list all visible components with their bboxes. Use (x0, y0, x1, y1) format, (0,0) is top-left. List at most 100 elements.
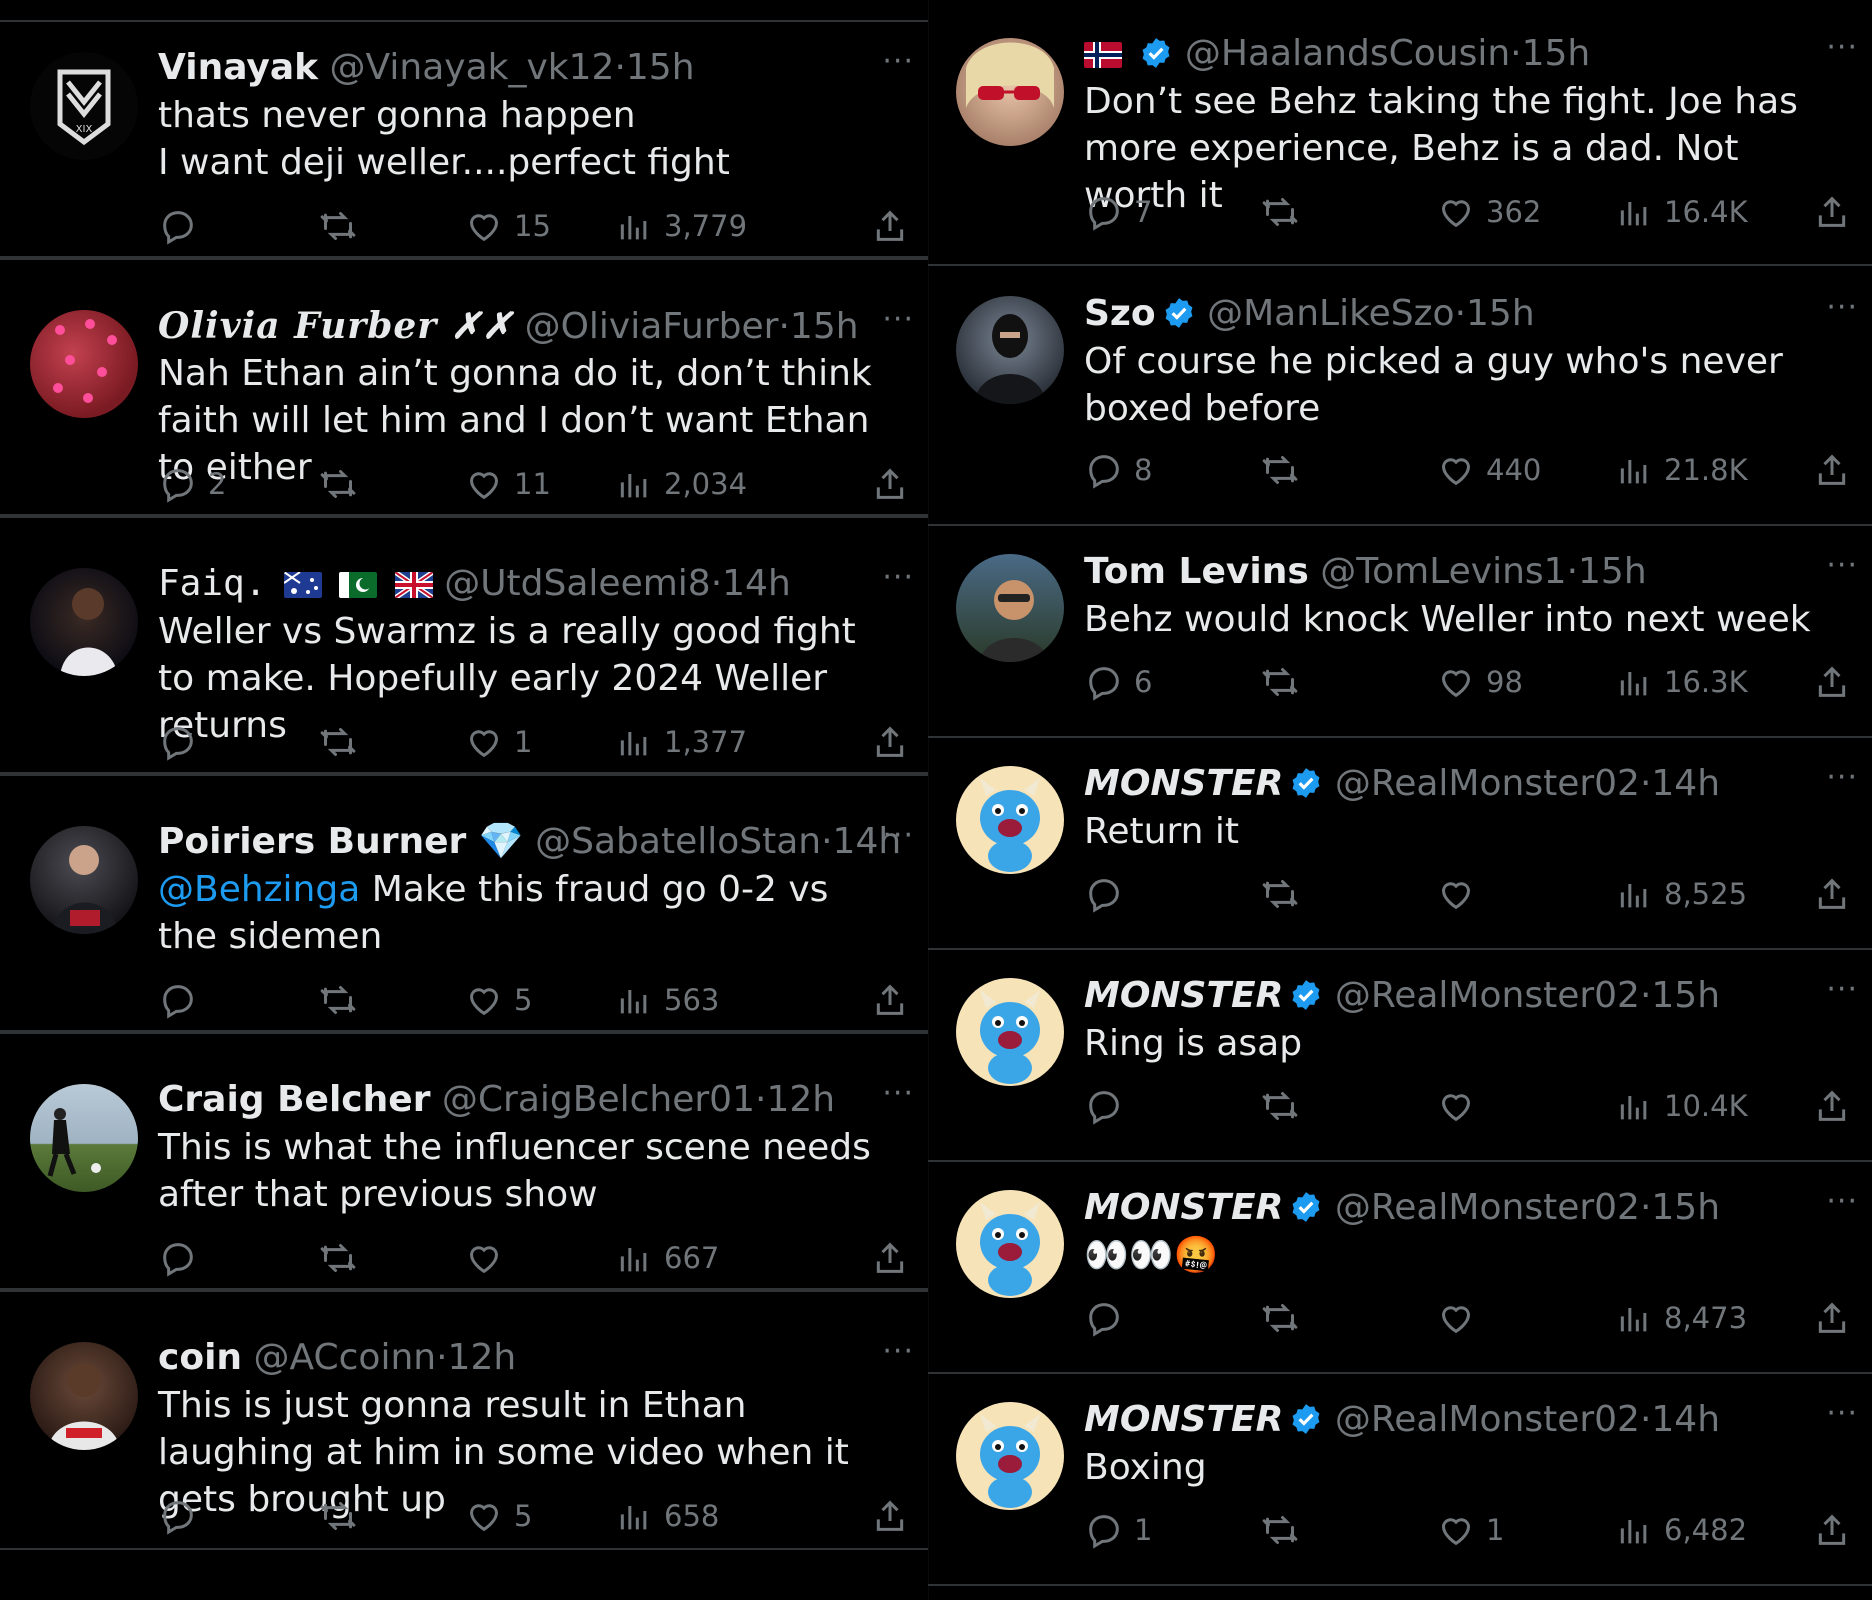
tweet-haalands-cousin[interactable]: @HaalandsCousin·15h ··· Don’t see Behz t… (928, 0, 1872, 266)
retweet-button[interactable] (318, 1236, 368, 1280)
share-button[interactable] (870, 462, 920, 506)
tweet-craig-belcher[interactable]: Craig Belcher @CraigBelcher01·12h ··· Th… (0, 1030, 928, 1292)
more-options-icon[interactable]: ··· (1826, 972, 1858, 1007)
timestamp[interactable]: 12h (448, 1337, 517, 1378)
more-options-icon[interactable]: ··· (882, 818, 914, 853)
tweet-coin[interactable]: coin @ACcoinn·12h ··· This is just gonna… (0, 1288, 928, 1550)
views-button[interactable]: 16.4K (1614, 190, 1748, 234)
more-options-icon[interactable]: ··· (1826, 290, 1858, 325)
more-options-icon[interactable]: ··· (1826, 548, 1858, 583)
retweet-button[interactable] (318, 978, 368, 1022)
more-options-icon[interactable]: ··· (882, 302, 914, 337)
reply-button[interactable] (158, 978, 208, 1022)
tweet-monster-2[interactable]: MONSTER @RealMonster02·15h ··· Ring is a… (928, 948, 1872, 1162)
reply-button[interactable]: 1 (1084, 1508, 1152, 1552)
timestamp[interactable]: 14h (1651, 1399, 1720, 1440)
views-button[interactable]: 8,525 (1614, 872, 1747, 916)
avatar[interactable]: XIX (30, 52, 138, 160)
retweet-button[interactable] (1260, 190, 1310, 234)
user-handle[interactable]: @OliviaFurber (525, 306, 779, 347)
views-button[interactable]: 2,034 (614, 462, 747, 506)
reply-button[interactable] (1084, 872, 1134, 916)
views-button[interactable]: 667 (614, 1236, 719, 1280)
reply-button[interactable] (1084, 1296, 1134, 1340)
more-options-icon[interactable]: ··· (882, 560, 914, 595)
timestamp[interactable]: 15h (1578, 551, 1647, 592)
tweet-tom-levins[interactable]: Tom Levins @TomLevins1·15h ··· Behz woul… (928, 524, 1872, 738)
display-name[interactable]: Olivia Furber ✗✗ (158, 305, 513, 347)
retweet-button[interactable] (1260, 448, 1310, 492)
display-name[interactable]: MONSTER (1084, 763, 1283, 804)
reply-button[interactable] (158, 1236, 208, 1280)
share-button[interactable] (1812, 190, 1862, 234)
retweet-button[interactable] (1260, 872, 1310, 916)
user-handle[interactable]: @Vinayak_vk12 (330, 47, 615, 88)
tweet-monster-3[interactable]: MONSTER @RealMonster02·15h ··· 👀👀🤬 8,473 (928, 1160, 1872, 1374)
timestamp[interactable]: 15h (790, 306, 859, 347)
timestamp[interactable]: 15h (1651, 975, 1720, 1016)
share-button[interactable] (1812, 660, 1862, 704)
share-button[interactable] (1812, 448, 1862, 492)
more-options-icon[interactable]: ··· (1826, 760, 1858, 795)
share-button[interactable] (870, 720, 920, 764)
avatar[interactable] (956, 766, 1064, 874)
like-button[interactable] (464, 1236, 514, 1280)
more-options-icon[interactable]: ··· (1826, 1396, 1858, 1431)
tweet-olivia[interactable]: Olivia Furber ✗✗ @OliviaFurber·15h ··· N… (0, 256, 928, 518)
display-name[interactable]: Faiq. (158, 563, 266, 604)
views-button[interactable]: 6,482 (1614, 1508, 1747, 1552)
like-button[interactable]: 1 (464, 720, 532, 764)
user-handle[interactable]: @RealMonster02 (1335, 763, 1640, 804)
views-button[interactable]: 21.8K (1614, 448, 1748, 492)
avatar[interactable] (956, 978, 1064, 1086)
user-handle[interactable]: @TomLevins1 (1320, 551, 1566, 592)
avatar[interactable] (30, 568, 138, 676)
avatar[interactable] (30, 310, 138, 418)
tweet-monster-1[interactable]: MONSTER @RealMonster02·14h ··· Return it… (928, 736, 1872, 950)
like-button[interactable]: 362 (1436, 190, 1541, 234)
user-handle[interactable]: @RealMonster02 (1335, 975, 1640, 1016)
like-button[interactable]: 1 (1436, 1508, 1504, 1552)
display-name[interactable]: Tom Levins (1084, 551, 1309, 592)
retweet-button[interactable] (318, 720, 368, 764)
like-button[interactable] (1436, 1296, 1486, 1340)
display-name[interactable]: MONSTER (1084, 1399, 1283, 1440)
user-handle[interactable]: @UtdSaleemi8 (444, 563, 711, 604)
user-handle[interactable]: @RealMonster02 (1335, 1187, 1640, 1228)
share-button[interactable] (870, 978, 920, 1022)
retweet-button[interactable] (1260, 1296, 1310, 1340)
tweet-szo[interactable]: Szo @ManLikeSzo·15h ··· Of course he pic… (928, 264, 1872, 526)
avatar[interactable] (956, 38, 1064, 146)
mention-link[interactable]: @Behzinga (158, 869, 360, 910)
reply-button[interactable] (158, 1494, 208, 1538)
timestamp[interactable]: 15h (626, 47, 695, 88)
display-name[interactable]: coin (158, 1337, 242, 1378)
views-button[interactable]: 8,473 (1614, 1296, 1747, 1340)
timestamp[interactable]: 15h (1522, 33, 1591, 74)
views-button[interactable]: 658 (614, 1494, 719, 1538)
avatar[interactable] (30, 1342, 138, 1450)
share-button[interactable] (870, 1494, 920, 1538)
reply-button[interactable] (158, 204, 208, 248)
reply-button[interactable] (1084, 1084, 1134, 1128)
share-button[interactable] (870, 204, 920, 248)
share-button[interactable] (870, 1236, 920, 1280)
views-button[interactable]: 16.3K (1614, 660, 1748, 704)
retweet-button[interactable] (1260, 660, 1310, 704)
user-handle[interactable]: @CraigBelcher01 (442, 1079, 755, 1120)
timestamp[interactable]: 12h (766, 1079, 835, 1120)
user-handle[interactable]: @HaalandsCousin (1185, 33, 1510, 74)
share-button[interactable] (1812, 1508, 1862, 1552)
display-name[interactable]: Poiriers Burner 💎 (158, 821, 524, 862)
more-options-icon[interactable]: ··· (882, 1334, 914, 1369)
retweet-button[interactable] (318, 1494, 368, 1538)
more-options-icon[interactable]: ··· (882, 1076, 914, 1111)
display-name[interactable]: Craig Belcher (158, 1079, 430, 1120)
like-button[interactable]: 5 (464, 1494, 532, 1538)
tweet-monster-4[interactable]: MONSTER @RealMonster02·14h ··· Boxing 1 … (928, 1372, 1872, 1586)
reply-button[interactable]: 7 (1084, 190, 1152, 234)
like-button[interactable]: 15 (464, 204, 551, 248)
avatar[interactable] (956, 296, 1064, 404)
reply-button[interactable]: 6 (1084, 660, 1152, 704)
avatar[interactable] (956, 1190, 1064, 1298)
